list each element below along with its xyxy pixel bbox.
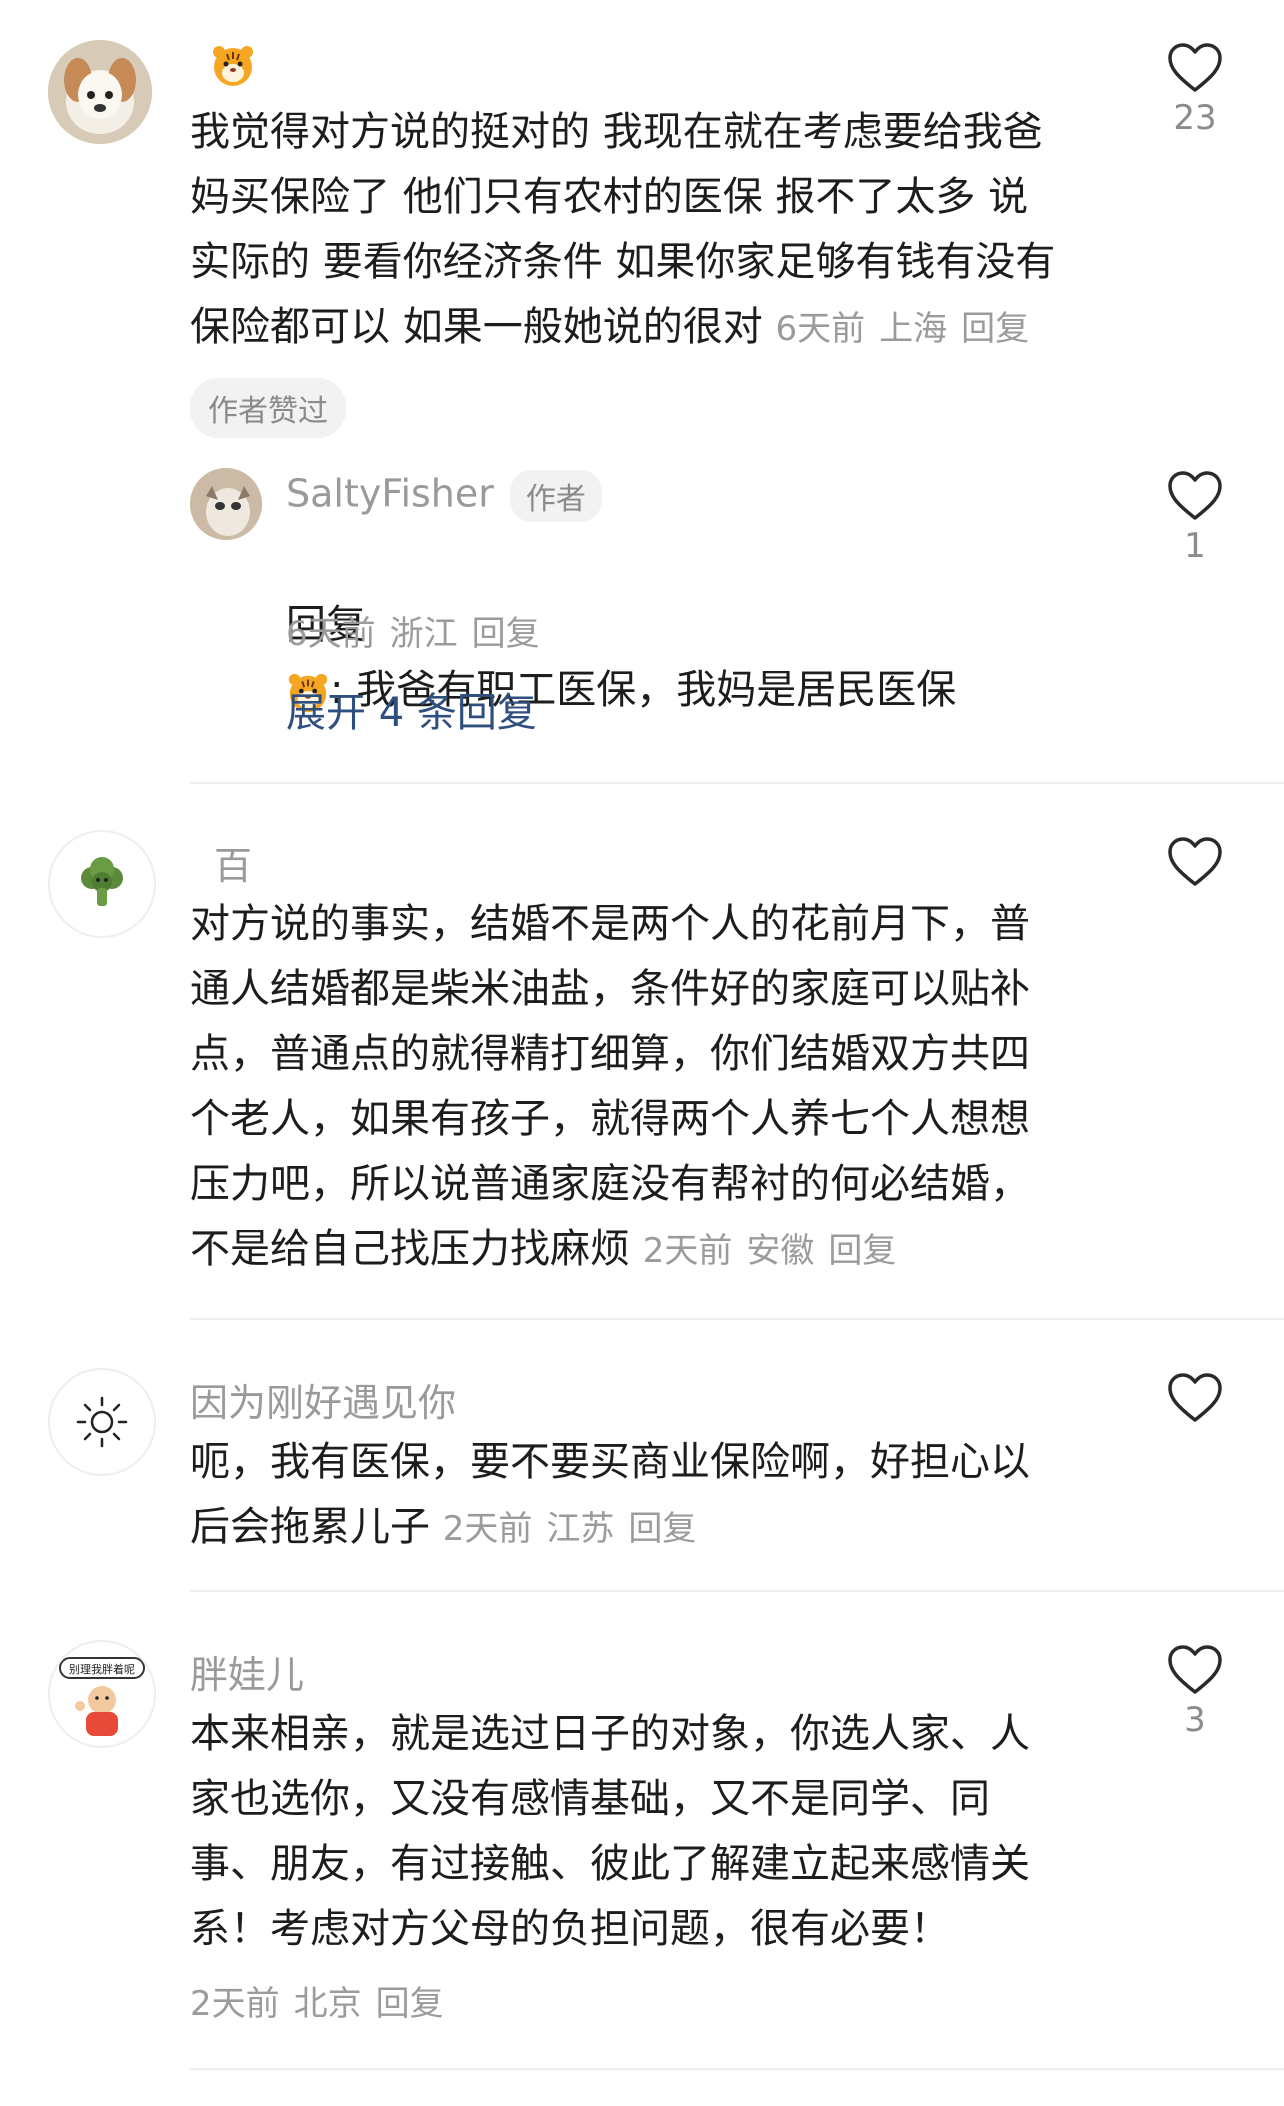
like-count: 1 bbox=[1184, 526, 1206, 566]
author-tag: 作者 bbox=[509, 470, 602, 522]
reply-meta: 6天前 浙江 回复 bbox=[286, 606, 554, 655]
avatar[interactable] bbox=[48, 830, 156, 938]
heart-icon bbox=[1168, 837, 1222, 886]
reply-button[interactable]: 回复 bbox=[961, 309, 1029, 349]
avatar[interactable]: 别理我胖着呢 bbox=[48, 1640, 156, 1748]
username: 胖娃儿 bbox=[190, 1653, 305, 1697]
comment-location: 江苏 bbox=[546, 1509, 615, 1549]
reply-button[interactable]: 回复 bbox=[472, 614, 540, 654]
reply-button[interactable]: 回复 bbox=[628, 1509, 696, 1549]
expand-replies-button[interactable]: 展开 4 条回复 bbox=[286, 680, 537, 738]
comment-text: 对方说的事实，结婚不是两个人的花前月下，普 通人结婚都是柴米油盐，条件好的家庭可… bbox=[190, 901, 1030, 1272]
author-liked-badge: 作者赞过 bbox=[190, 378, 346, 438]
divider bbox=[190, 782, 1284, 784]
chubby-kid-avatar-icon: 别理我胖着呢 bbox=[59, 1657, 145, 1736]
comment-time: 2天前 bbox=[190, 1984, 280, 2024]
avatar[interactable] bbox=[190, 468, 262, 540]
comment-time: 2天前 bbox=[642, 1231, 733, 1271]
divider bbox=[190, 1318, 1284, 1320]
username: 百 bbox=[214, 844, 253, 888]
reply-button[interactable]: 回复 bbox=[376, 1984, 444, 2024]
divider bbox=[190, 1590, 1284, 1592]
like-count: 23 bbox=[1173, 98, 1217, 138]
avatar[interactable] bbox=[48, 1368, 156, 1476]
comment-location: 上海 bbox=[879, 309, 948, 349]
reply-username: SaltyFisher 作者 bbox=[286, 470, 602, 522]
puppy-avatar-icon bbox=[48, 40, 152, 144]
like-button[interactable] bbox=[1165, 836, 1225, 892]
comment-text: 本来相亲，就是选过日子的对象，你选人家、人 家也选你，又没有感情基础，又不是同学… bbox=[190, 1711, 1030, 1952]
comment-meta: 2天前 北京 回复 bbox=[190, 1976, 458, 2025]
like-count: 3 bbox=[1184, 1700, 1206, 1740]
heart-icon bbox=[1168, 1645, 1222, 1694]
reply-time: 6天前 bbox=[286, 614, 376, 654]
comment-text: 呃，我有医保，要不要买商业保险啊，好担心以 后会拖累儿子 2天前 江苏 回复 bbox=[190, 1439, 1030, 1550]
username: 因为刚好遇见你 bbox=[190, 1381, 457, 1425]
like-button[interactable]: 3 bbox=[1165, 1644, 1225, 1740]
broccoli-icon bbox=[81, 857, 123, 906]
username-emoji bbox=[210, 40, 256, 88]
like-button[interactable] bbox=[1165, 1372, 1225, 1428]
tiger-emoji-icon bbox=[213, 45, 253, 86]
comment-location: 北京 bbox=[293, 1984, 362, 2024]
reply-username-text: SaltyFisher bbox=[286, 471, 494, 516]
heart-icon bbox=[1168, 1373, 1222, 1422]
like-button[interactable]: 23 bbox=[1165, 42, 1225, 138]
sun-icon bbox=[76, 1396, 128, 1448]
comment-location: 安徽 bbox=[746, 1231, 815, 1271]
cat-avatar-icon bbox=[190, 468, 262, 540]
comment-time: 2天前 bbox=[442, 1509, 533, 1549]
avatar[interactable] bbox=[48, 40, 152, 144]
reply-button[interactable]: 回复 bbox=[828, 1231, 896, 1271]
heart-icon bbox=[1168, 471, 1222, 520]
like-button[interactable]: 1 bbox=[1165, 470, 1225, 566]
heart-icon bbox=[1168, 43, 1222, 92]
reply-location: 浙江 bbox=[389, 614, 458, 654]
divider bbox=[190, 2068, 1284, 2070]
avatar-bubble-text: 别理我胖着呢 bbox=[69, 1662, 135, 1676]
comment-text: 我觉得对方说的挺对的 我现在就在考虑要给我爸 妈买保险了 他们只有农村的医保 报… bbox=[190, 109, 1056, 350]
comment-time: 6天前 bbox=[775, 309, 866, 349]
